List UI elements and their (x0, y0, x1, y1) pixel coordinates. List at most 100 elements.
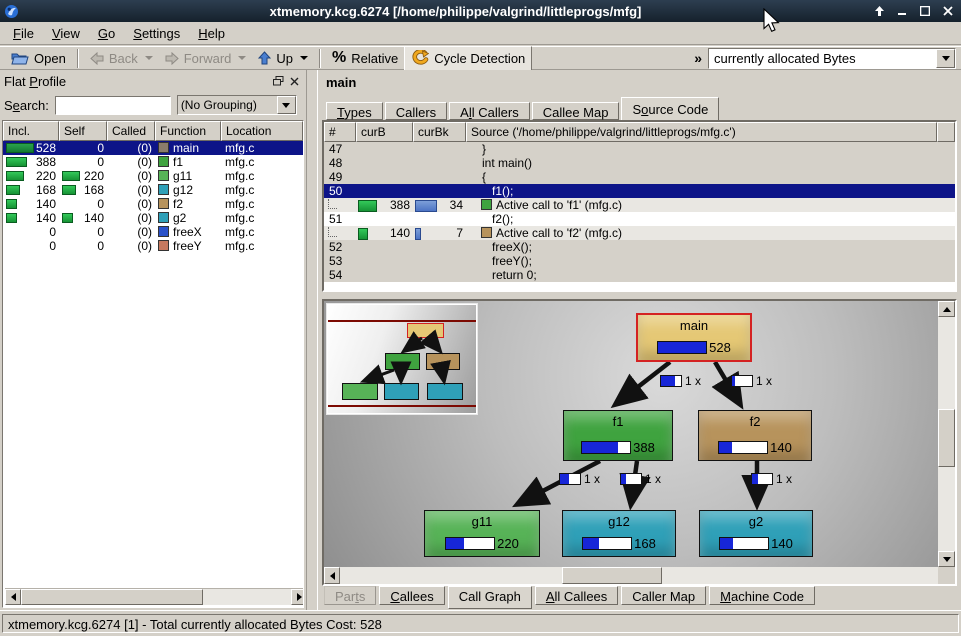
function-row-f2[interactable]: 1400(0)f2mfg.c (3, 197, 303, 211)
relative-toggle-button[interactable]: % Relative (326, 47, 404, 70)
graph-node-f2[interactable]: f2140 (698, 410, 812, 461)
tab-call-graph[interactable]: Call Graph (448, 586, 532, 609)
edge-cost-bar (620, 473, 642, 485)
function-row-freeX[interactable]: 00(0)freeXmfg.c (3, 225, 303, 239)
scroll-thumb[interactable] (562, 567, 662, 584)
graph-node-g2[interactable]: g2140 (699, 510, 813, 557)
function-row-main[interactable]: 5280(0)mainmfg.c (3, 141, 303, 155)
active-call-row[interactable]: 1407Active call to 'f2' (mfg.c) (324, 226, 955, 240)
node-cost-value: 168 (634, 536, 656, 551)
source-line-54[interactable]: 54return 0; (324, 268, 955, 282)
tab-callee-map[interactable]: Callee Map (532, 102, 620, 120)
call-cost-bar (358, 228, 368, 240)
forward-dropdown-icon[interactable] (238, 56, 246, 60)
node-label: main (638, 318, 750, 333)
back-button[interactable]: Back (84, 47, 159, 70)
close-dock-icon[interactable] (286, 74, 302, 88)
source-line-49[interactable]: 49{ (324, 170, 955, 184)
float-dock-icon[interactable] (270, 74, 286, 88)
horizontal-splitter[interactable] (318, 292, 961, 299)
source-line-48[interactable]: 48int main() (324, 156, 955, 170)
scroll-thumb[interactable] (938, 409, 955, 467)
column-header-location[interactable]: Location (221, 121, 303, 141)
visualization-tabbar: PartsCalleesCall GraphAll CalleesCaller … (324, 586, 818, 610)
menu-go[interactable]: Go (89, 23, 124, 44)
incl-cost-bar (6, 199, 17, 209)
tab-types[interactable]: Types (326, 102, 383, 120)
function-row-f1[interactable]: 3880(0)f1mfg.c (3, 155, 303, 169)
menu-settings[interactable]: Settings (124, 23, 189, 44)
source-line-51[interactable]: 51f2(); (324, 212, 955, 226)
node-cost-bar (718, 441, 768, 454)
cycle-detection-label: Cycle Detection (434, 51, 525, 66)
tab-callees[interactable]: Callees (379, 586, 444, 605)
function-row-g2[interactable]: 140140(0)g2mfg.c (3, 211, 303, 225)
vertical-splitter[interactable] (306, 70, 318, 610)
scroll-up-icon[interactable] (938, 301, 955, 317)
relative-label: Relative (351, 51, 398, 66)
back-dropdown-icon[interactable] (145, 56, 153, 60)
menu-file[interactable]: File (4, 23, 43, 44)
minimize-window-icon[interactable] (895, 4, 909, 18)
graph-vscrollbar[interactable] (938, 301, 955, 567)
function-color-icon (158, 212, 169, 223)
application-window: xtmemory.kcg.6274 [/home/philippe/valgri… (0, 0, 961, 636)
graph-node-g11[interactable]: g11220 (424, 510, 540, 557)
source-column-header-source[interactable]: Source ('/home/philippe/valgrind/littlep… (466, 122, 937, 142)
maximize-window-icon[interactable] (918, 4, 932, 18)
cycle-detection-button[interactable]: Cycle Detection (404, 46, 532, 71)
tab-parts: Parts (324, 586, 376, 605)
source-line-47[interactable]: 47} (324, 142, 955, 156)
column-header-self[interactable]: Self (59, 121, 107, 141)
source-column-header-curb[interactable]: curB (356, 122, 413, 142)
scroll-left-icon[interactable] (324, 567, 340, 584)
graph-hscrollbar[interactable] (324, 567, 955, 584)
search-label: Search: (4, 98, 49, 113)
function-row-freeY[interactable]: 00(0)freeYmfg.c (3, 239, 303, 253)
scroll-left-icon[interactable] (5, 589, 21, 605)
tab-callers[interactable]: Callers (385, 102, 447, 120)
flat-profile-hscrollbar[interactable] (5, 588, 304, 605)
column-header-incl[interactable]: Incl. (3, 121, 59, 141)
toolbar-overflow-chevron[interactable]: » (694, 50, 702, 66)
active-call-row[interactable]: 38834Active call to 'f1' (mfg.c) (324, 198, 955, 212)
graph-node-main[interactable]: main528 (636, 313, 752, 362)
graph-node-f1[interactable]: f1388 (563, 410, 673, 461)
event-type-dropdown-icon[interactable] (936, 49, 955, 68)
column-header-function[interactable]: Function (155, 121, 221, 141)
search-input[interactable] (55, 96, 171, 115)
up-dropdown-icon[interactable] (300, 56, 308, 60)
column-header-called[interactable]: Called (107, 121, 155, 141)
scroll-right-icon[interactable] (291, 589, 304, 605)
function-row-g11[interactable]: 220220(0)g11mfg.c (3, 169, 303, 183)
menu-view[interactable]: View (43, 23, 89, 44)
tab-caller-map[interactable]: Caller Map (621, 586, 706, 605)
forward-button[interactable]: Forward (159, 47, 253, 70)
tab-all-callees[interactable]: All Callees (535, 586, 618, 605)
event-type-combobox[interactable]: currently allocated Bytes (708, 48, 956, 69)
close-window-icon[interactable] (941, 4, 955, 18)
menu-help[interactable]: Help (189, 23, 234, 44)
source-line-50[interactable]: 50f1(); (324, 184, 955, 198)
graph-node-g12[interactable]: g12168 (562, 510, 676, 557)
tab-source-code[interactable]: Source Code (621, 97, 719, 120)
up-button[interactable]: Up (252, 47, 314, 70)
grouping-combobox[interactable]: (No Grouping) (177, 95, 297, 115)
source-line-52[interactable]: 52freeX(); (324, 240, 955, 254)
source-column-header-#[interactable]: # (324, 122, 356, 142)
function-row-g12[interactable]: 168168(0)g12mfg.c (3, 183, 303, 197)
open-button[interactable]: Open (5, 47, 72, 70)
incl-cost-bar (6, 143, 34, 153)
source-line-53[interactable]: 53freeY(); (324, 254, 955, 268)
scroll-down-icon[interactable] (938, 551, 955, 567)
shade-window-icon[interactable] (872, 4, 886, 18)
edge-call-count-label: 1 x (731, 374, 772, 388)
scroll-thumb[interactable] (21, 589, 203, 605)
grouping-dropdown-icon[interactable] (277, 96, 296, 114)
function-color-icon (158, 142, 169, 153)
call-graph-canvas[interactable]: main528f1388f2140g11220g12168g21401 x1 x… (324, 301, 938, 567)
statusbar: xtmemory.kcg.6274 [1] - Total currently … (0, 610, 961, 636)
tab-all-callers[interactable]: All Callers (449, 102, 530, 120)
source-column-header-curbk[interactable]: curBk (413, 122, 466, 142)
tab-machine-code[interactable]: Machine Code (709, 586, 815, 605)
